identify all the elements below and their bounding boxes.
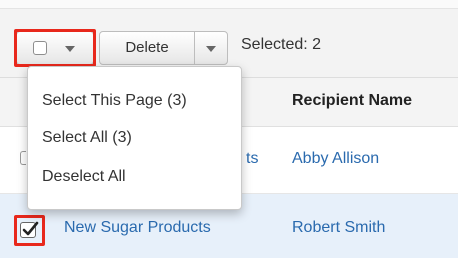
subject-link[interactable]: New Sugar Products: [64, 219, 211, 237]
mass-select-menu: Select This Page (3) Select All (3) Dese…: [27, 66, 242, 210]
row-checkbox[interactable]: [20, 151, 26, 165]
select-highlight-box: [14, 29, 96, 67]
selected-count: Selected: 2: [241, 36, 322, 53]
column-header-recipient-name[interactable]: Recipient Name: [292, 92, 412, 110]
menu-item-select-all[interactable]: Select All (3): [42, 129, 132, 147]
delete-button-group: Delete: [99, 31, 228, 65]
chevron-down-icon[interactable]: [206, 46, 216, 52]
row-checkbox-highlight: [14, 215, 45, 246]
menu-item-select-this-page[interactable]: Select This Page (3): [42, 92, 187, 110]
menu-item-deselect-all[interactable]: Deselect All: [42, 168, 126, 186]
recipient-link[interactable]: Abby Allison: [292, 150, 379, 168]
subject-link[interactable]: ts: [246, 150, 258, 168]
delete-button[interactable]: Delete: [100, 32, 194, 64]
top-border: [0, 0, 458, 9]
button-divider: [194, 32, 195, 64]
recipient-link[interactable]: Robert Smith: [292, 219, 385, 237]
